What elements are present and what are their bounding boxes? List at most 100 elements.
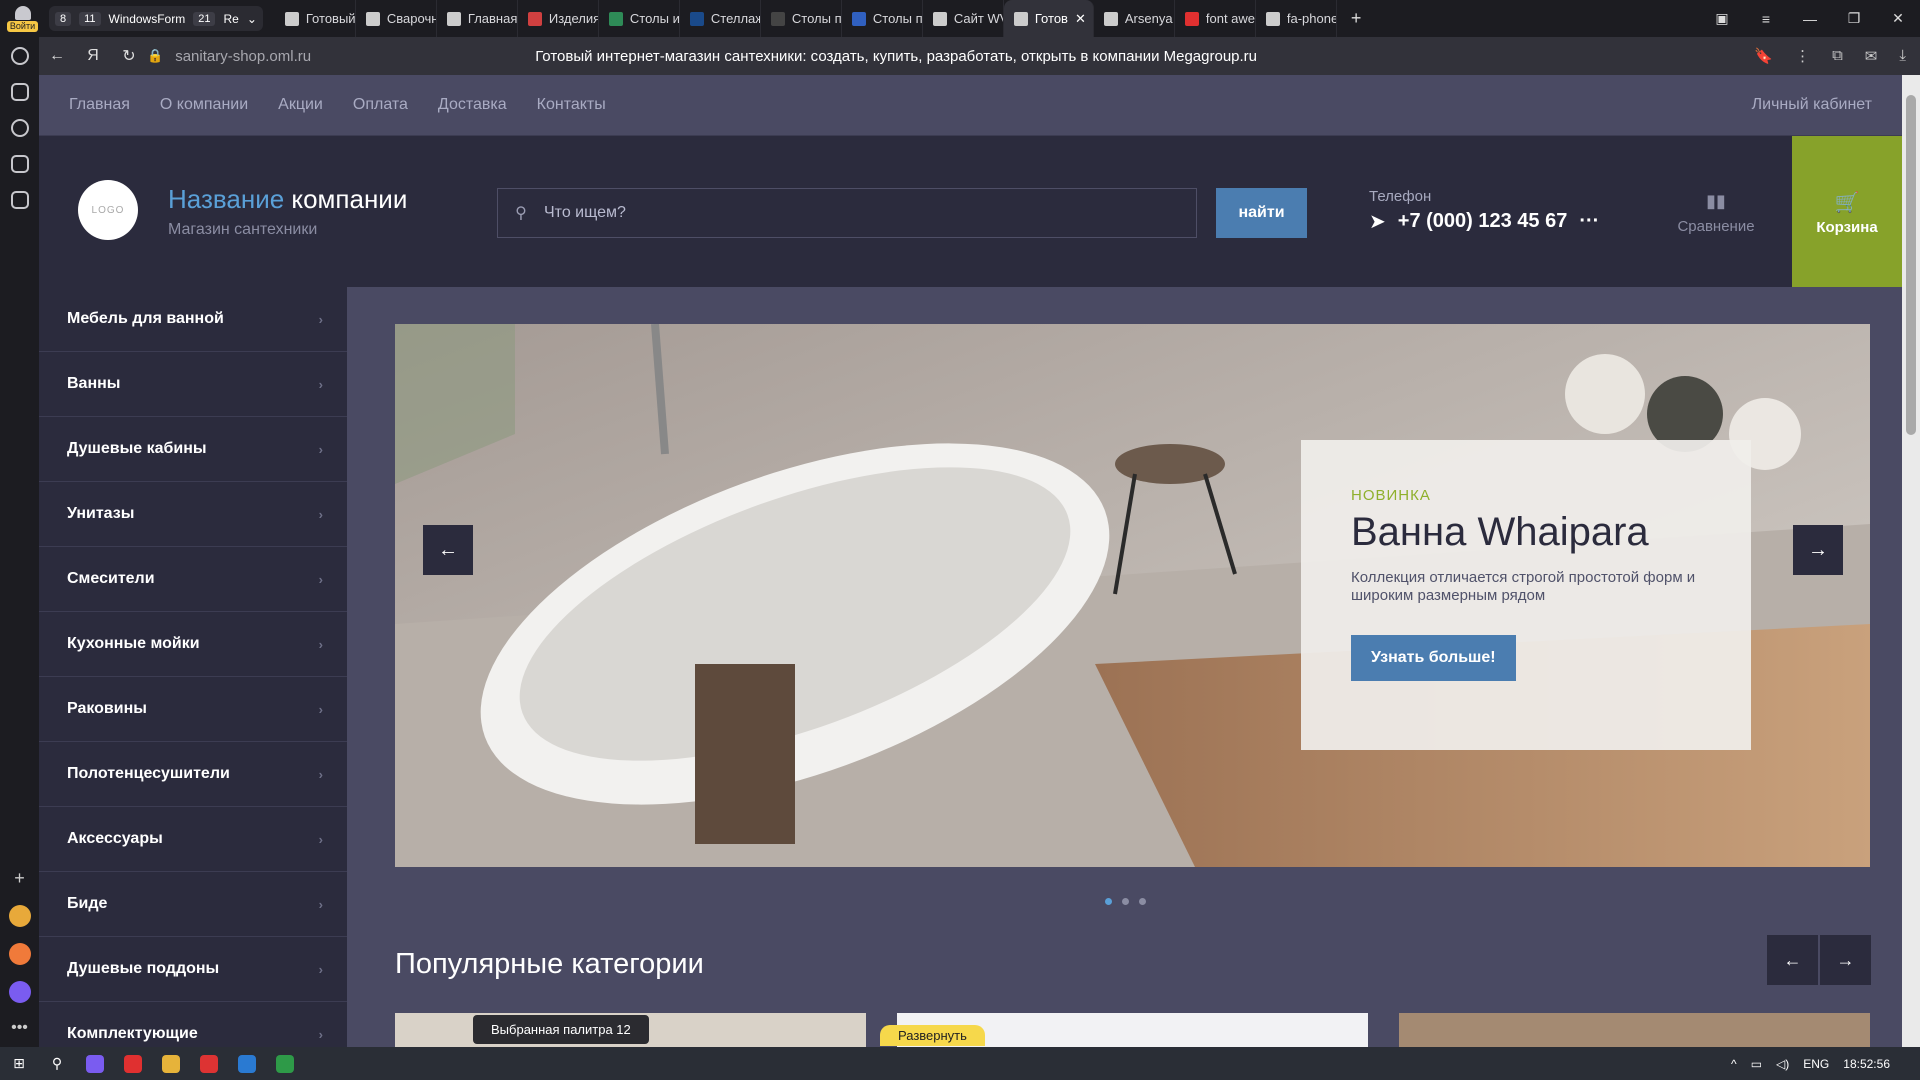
filter-icon[interactable]: ⚲ — [498, 203, 544, 223]
extensions-icon[interactable]: ⧉ — [1832, 47, 1843, 65]
chevron-right-icon: › — [318, 571, 323, 587]
yandex-browser-icon[interactable] — [200, 1054, 218, 1073]
browser-tab[interactable]: Готовый — [275, 0, 356, 37]
yandex-icon[interactable]: Я — [75, 47, 111, 65]
mail-icon[interactable]: ✉ — [1865, 47, 1878, 65]
learn-more-button[interactable]: Узнать больше! — [1351, 635, 1516, 681]
profile-button[interactable]: Войти — [0, 0, 45, 37]
new-tab-button[interactable]: + — [1351, 8, 1362, 29]
hero-prev-button[interactable]: ← — [423, 525, 473, 575]
tab-label: Изделия — [548, 11, 599, 26]
add-icon[interactable]: + — [14, 868, 25, 889]
nav-item-promotions[interactable]: Акции — [278, 96, 323, 114]
browser-tab[interactable]: Изделия — [518, 0, 599, 37]
page-scrollbar[interactable] — [1902, 75, 1920, 1047]
bookmark-icon[interactable]: 🔖 — [1754, 47, 1773, 65]
slider-dot[interactable] — [1139, 898, 1146, 905]
browser-tab[interactable]: Готов ✕ — [1003, 0, 1094, 37]
alice-icon[interactable] — [8, 981, 31, 1003]
browser-tab[interactable]: Стеллаж — [680, 0, 761, 37]
downloads-icon[interactable]: ⤓ — [1899, 47, 1906, 65]
category-item[interactable]: Полотенцесушители › — [39, 742, 347, 807]
search-input[interactable] — [544, 204, 1196, 222]
cart-button[interactable]: 🛒 Корзина — [1792, 136, 1902, 287]
phone-number[interactable]: +7 (000) 123 45 67 — [1398, 210, 1568, 233]
history-icon[interactable] — [10, 47, 29, 65]
language-indicator[interactable]: ENG — [1803, 1057, 1829, 1071]
mail-app-icon[interactable] — [8, 943, 31, 965]
telegram-icon[interactable]: ➤ — [1369, 209, 1386, 234]
tray-chevron-icon[interactable]: ^ — [1731, 1057, 1737, 1071]
browser-tab[interactable]: font awe — [1175, 0, 1256, 37]
chevron-right-icon: › — [318, 376, 323, 392]
games-icon[interactable] — [8, 905, 31, 927]
category-item[interactable]: Душевые поддоны › — [39, 937, 347, 1002]
search-button[interactable]: найти — [1216, 188, 1307, 238]
close-tab-icon[interactable]: ✕ — [1075, 11, 1086, 27]
logo[interactable]: LOGO — [78, 180, 138, 240]
clock[interactable]: 18:52:56 — [1843, 1057, 1890, 1071]
browser-tab[interactable]: Arsenya — [1094, 0, 1175, 37]
popular-next-button[interactable]: → — [1820, 935, 1871, 985]
chrome-icon[interactable] — [276, 1054, 294, 1073]
category-item[interactable]: Мебель для ванной › — [39, 287, 347, 352]
category-item[interactable]: Аксессуары › — [39, 807, 347, 872]
browser-tab[interactable]: Сварочн — [356, 0, 437, 37]
scrollbar-thumb[interactable] — [1906, 95, 1916, 435]
category-item[interactable]: Унитазы › — [39, 482, 347, 547]
nav-item-about[interactable]: О компании — [160, 96, 248, 114]
category-item[interactable]: Кухонные мойки › — [39, 612, 347, 677]
browser-tab[interactable]: Сайт WV — [923, 0, 1004, 37]
more-icon[interactable]: ••• — [11, 1019, 28, 1037]
search-icon[interactable]: ⚲ — [38, 1055, 76, 1072]
network-icon[interactable]: ▭ — [1751, 1057, 1762, 1071]
compare-button[interactable]: ▮▮ Сравнение — [1661, 191, 1771, 235]
category-item[interactable]: Душевые кабины › — [39, 417, 347, 482]
yandex-icon[interactable] — [124, 1054, 142, 1073]
browser-tab[interactable]: Столы пр — [842, 0, 923, 37]
alice-icon[interactable] — [86, 1054, 104, 1073]
explorer-icon[interactable] — [162, 1054, 180, 1073]
personal-account-link[interactable]: Личный кабинет — [1752, 96, 1872, 114]
category-label: Комплектующие — [67, 1025, 198, 1042]
category-item[interactable]: Ванны › — [39, 352, 347, 417]
popular-prev-button[interactable]: ← — [1767, 935, 1818, 985]
nav-item-payment[interactable]: Оплата — [353, 96, 408, 114]
notes-icon[interactable] — [10, 83, 29, 101]
vscode-icon[interactable] — [238, 1054, 256, 1073]
tab-group[interactable]: 8 11 WindowsForm 21 Re ⌄ — [49, 6, 263, 31]
slider-dot[interactable] — [1122, 898, 1129, 905]
category-item[interactable]: Биде › — [39, 872, 347, 937]
browser-tab[interactable]: Столы пр — [761, 0, 842, 37]
screenshot-icon[interactable] — [10, 191, 29, 209]
menu-icon[interactable]: ≡ — [1744, 11, 1788, 27]
category-item[interactable]: Раковины › — [39, 677, 347, 742]
url-field[interactable]: sanitary-shop.oml.ru — [175, 48, 535, 65]
category-card[interactable] — [1399, 1013, 1870, 1047]
close-button[interactable]: ✕ — [1876, 10, 1920, 27]
nav-item-delivery[interactable]: Доставка — [438, 96, 507, 114]
minimize-button[interactable]: — — [1788, 11, 1832, 27]
more-phones-icon[interactable]: ··· — [1579, 210, 1599, 233]
nav-item-contacts[interactable]: Контакты — [537, 96, 606, 114]
chevron-down-icon[interactable]: ⌄ — [247, 12, 257, 26]
browser-tab[interactable]: Главная — [437, 0, 518, 37]
browser-tab[interactable]: Столы и — [599, 0, 680, 37]
category-item[interactable]: Комплектующие › — [39, 1002, 347, 1047]
hero-next-button[interactable]: → — [1793, 525, 1843, 575]
play-icon[interactable] — [10, 119, 29, 137]
expand-button[interactable]: Развернуть — [880, 1025, 985, 1046]
collections-icon[interactable]: ▣ — [1700, 10, 1744, 27]
more-icon[interactable]: ⋮ — [1795, 47, 1810, 65]
browser-tab[interactable]: fa-phone — [1256, 0, 1337, 37]
slider-dot[interactable] — [1105, 898, 1112, 905]
category-item[interactable]: Смесители › — [39, 547, 347, 612]
counter-icon[interactable] — [10, 155, 29, 173]
volume-icon[interactable]: ◁) — [1776, 1057, 1789, 1071]
back-icon[interactable]: ← — [39, 47, 75, 65]
start-icon[interactable]: ⊞ — [0, 1055, 38, 1072]
tab-favicon-icon — [689, 11, 704, 26]
nav-item-home[interactable]: Главная — [69, 96, 130, 114]
maximize-button[interactable]: ❐ — [1832, 10, 1876, 27]
reload-icon[interactable]: ↻ — [111, 46, 147, 66]
